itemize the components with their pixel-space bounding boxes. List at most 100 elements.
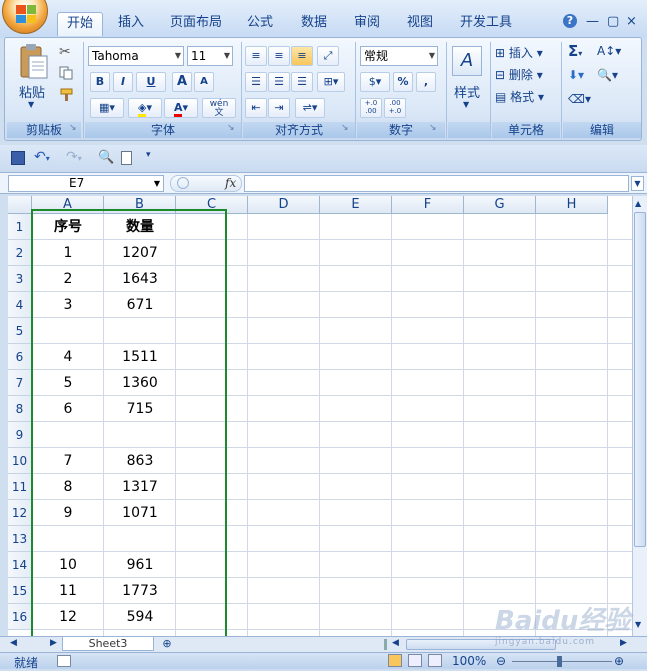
select-all-corner[interactable] [8,196,32,214]
dialog-launcher-icon[interactable]: ↘ [429,123,437,133]
row-header[interactable]: 5 [8,318,32,344]
increase-indent-icon[interactable]: ⇥ [268,98,290,118]
shrink-font-button[interactable]: A [194,72,214,92]
align-right-icon[interactable]: ☰ [291,72,313,92]
scroll-down-icon[interactable]: ▼ [635,620,641,629]
minimize-icon[interactable]: — [586,14,599,29]
align-middle-icon[interactable]: ≡ [268,46,290,66]
font-size-select[interactable]: 11 ▼ [187,46,233,66]
insert-sheet-icon[interactable]: ⊕ [156,637,178,651]
cut-icon[interactable]: ✂ [59,44,71,60]
column-header[interactable]: F [392,196,464,214]
tab-formulas[interactable]: 公式 [240,12,280,36]
border-button[interactable]: ▦▾ [90,98,124,118]
save-icon[interactable] [11,151,25,165]
wrap-text-icon[interactable]: ⇌▾ [295,98,325,118]
merge-center-icon[interactable]: ⊞▾ [317,72,345,92]
customize-qat-icon[interactable]: ▾ [146,150,151,160]
zoom-in-icon[interactable]: ⊕ [614,654,624,668]
normal-view-icon[interactable] [388,654,402,667]
page-layout-view-icon[interactable] [408,654,422,667]
row-header[interactable]: 15 [8,578,32,604]
italic-button[interactable]: I [113,72,133,92]
first-sheet-icon[interactable]: ◀ [10,638,17,648]
row-header[interactable]: 10 [8,448,32,474]
align-top-icon[interactable]: ≡ [245,46,267,66]
zoom-slider-track[interactable] [512,661,612,662]
bold-button[interactable]: B [90,72,110,92]
phonetic-button[interactable]: wén 文 [202,98,236,118]
align-left-icon[interactable]: ☰ [245,72,267,92]
decrease-decimal-icon[interactable]: .00 +.0 [384,98,406,118]
fill-color-button[interactable]: ◈▾ [128,98,162,118]
styles-dropdown-icon[interactable]: ▼ [463,100,469,109]
scroll-up-icon[interactable]: ▲ [635,199,641,208]
fill-icon[interactable]: ⬇▾ [568,68,584,82]
dialog-launcher-icon[interactable]: ↘ [227,123,235,133]
increase-decimal-icon[interactable]: +.0 .00 [360,98,382,118]
tab-review[interactable]: 审阅 [347,12,387,36]
grow-font-button[interactable]: A [172,72,192,92]
sort-filter-icon[interactable]: A↕▾ [597,44,621,58]
row-header[interactable]: 4 [8,292,32,318]
scroll-thumb[interactable] [634,212,646,547]
column-header[interactable]: D [248,196,320,214]
undo-icon[interactable]: ↶▾ [34,149,50,165]
percent-button[interactable]: % [393,72,413,92]
new-document-icon[interactable] [121,151,132,165]
print-preview-icon[interactable]: 🔍 [98,150,114,165]
paste-dropdown-icon[interactable]: ▼ [28,100,34,109]
find-select-icon[interactable]: 🔍▾ [597,68,618,82]
paste-button[interactable]: 粘贴 [19,82,45,101]
macro-record-icon[interactable] [57,655,71,667]
column-header[interactable]: E [320,196,392,214]
row-header[interactable]: 2 [8,240,32,266]
page-break-view-icon[interactable] [428,654,442,667]
paste-icon[interactable] [15,44,49,82]
format-cells-button[interactable]: ▤ 格式 ▾ [495,88,544,105]
font-color-button[interactable]: A▾ [164,98,198,118]
row-header[interactable]: 3 [8,266,32,292]
underline-button[interactable]: U [136,72,166,92]
column-header[interactable]: H [536,196,608,214]
comma-button[interactable]: , [416,72,436,92]
restore-icon[interactable]: ▢ [607,14,619,29]
zoom-slider-thumb[interactable] [557,656,562,667]
decrease-indent-icon[interactable]: ⇤ [245,98,267,118]
expand-formula-bar-icon[interactable]: ▼ [631,176,644,191]
styles-icon[interactable]: A [452,46,482,76]
row-header[interactable]: 1 [8,214,32,240]
vertical-scrollbar[interactable]: ▲ ▼ [632,196,647,636]
tab-home[interactable]: 开始 [57,12,103,36]
font-name-select[interactable]: Tahoma ▼ [88,46,184,66]
close-icon[interactable]: × [626,14,637,29]
formula-input[interactable] [244,175,629,192]
row-header[interactable]: 8 [8,396,32,422]
next-sheet-icon[interactable]: ▶ [50,638,57,648]
name-box[interactable]: E7 ▼ [8,175,164,192]
row-header[interactable]: 14 [8,552,32,578]
text-orientation-icon[interactable]: ⤢ [317,46,339,66]
zoom-level[interactable]: 100% [452,654,486,668]
row-header[interactable]: 16 [8,604,32,630]
clear-icon[interactable]: ⌫▾ [568,92,591,106]
row-header[interactable]: 11 [8,474,32,500]
copy-icon[interactable] [59,66,73,80]
sheet-tab[interactable]: Sheet3 [62,637,154,651]
row-header[interactable]: 12 [8,500,32,526]
tab-data[interactable]: 数据 [294,12,334,36]
number-format-select[interactable]: 常规 ▼ [360,46,438,66]
row-header[interactable]: 6 [8,344,32,370]
dialog-launcher-icon[interactable]: ↘ [69,123,77,133]
insert-function-icon[interactable]: fx [225,176,236,190]
delete-cells-button[interactable]: ⊟ 删除 ▾ [495,66,543,83]
tab-developer[interactable]: 开发工具 [454,12,518,36]
row-header[interactable]: 9 [8,422,32,448]
row-header[interactable]: 13 [8,526,32,552]
format-painter-icon[interactable] [59,88,75,102]
tab-page-layout[interactable]: 页面布局 [164,12,228,36]
tab-insert[interactable]: 插入 [110,12,152,36]
tab-view[interactable]: 视图 [400,12,440,36]
align-bottom-icon[interactable]: ≡ [291,46,313,66]
autosum-button[interactable]: Σ▾ [568,42,582,60]
